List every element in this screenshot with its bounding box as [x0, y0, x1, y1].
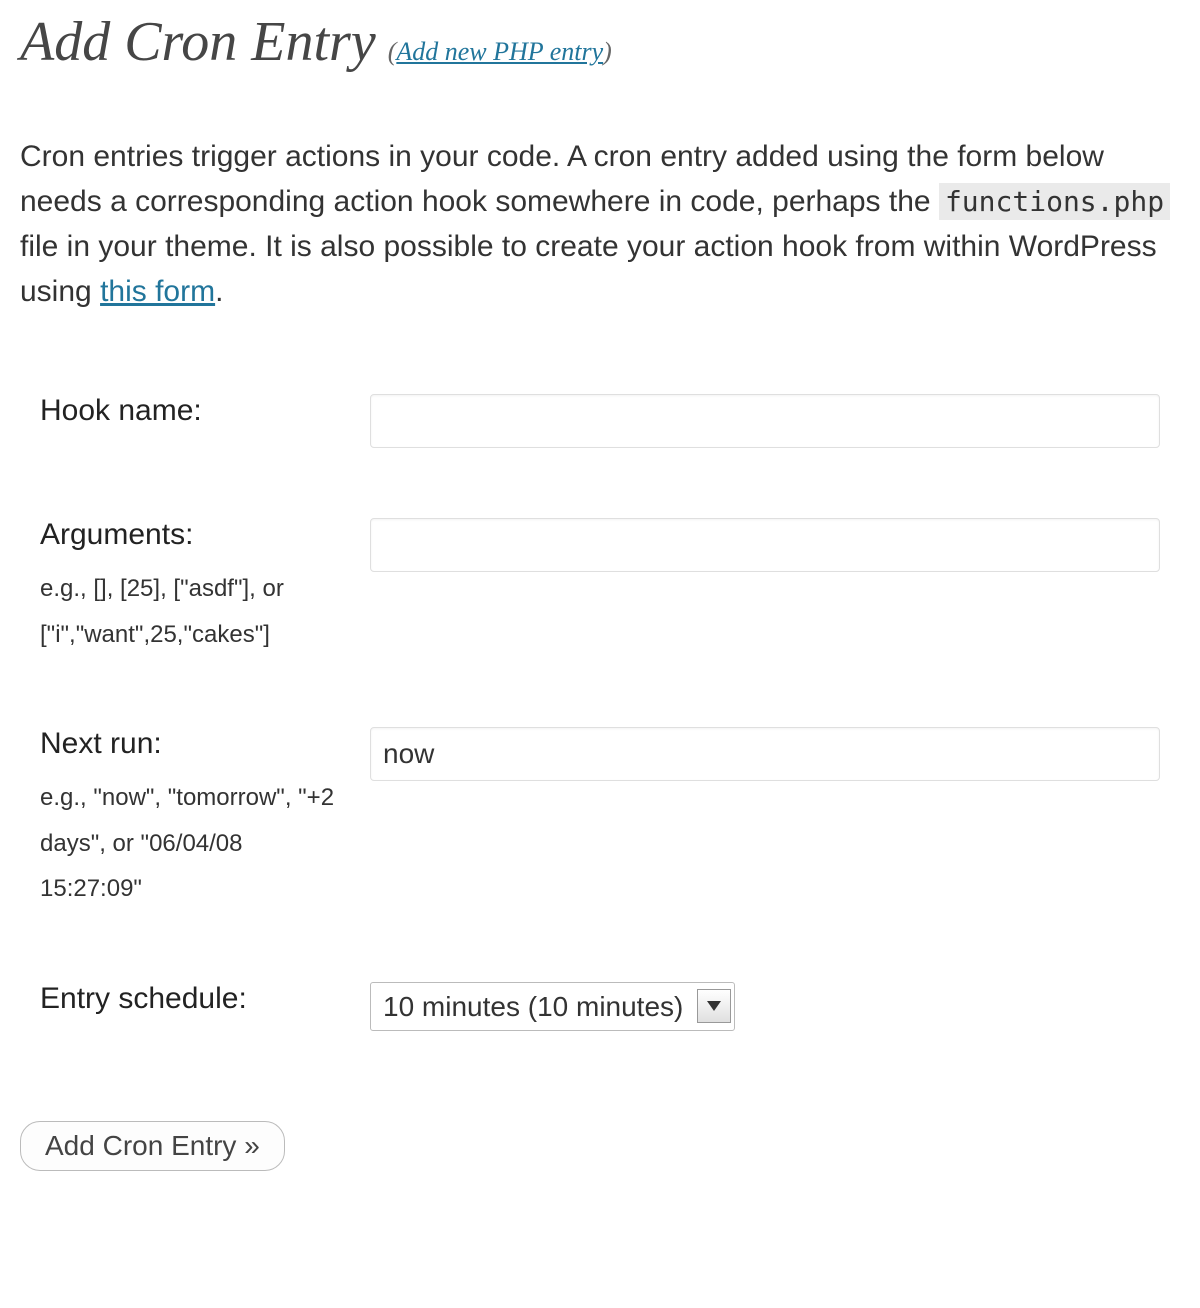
description-text-3: .: [215, 275, 223, 308]
arguments-label: Arguments:: [40, 518, 350, 552]
page-header: Add Cron Entry (Add new PHP entry): [20, 10, 1180, 74]
next-run-hint: e.g., "now", "tomorrow", "+2 days", or "…: [40, 775, 350, 912]
arguments-input[interactable]: [370, 518, 1160, 572]
this-form-link[interactable]: this form: [100, 275, 215, 308]
entry-schedule-select-wrap: 10 minutes (10 minutes): [370, 982, 735, 1031]
row-next-run: Next run: e.g., "now", "tomorrow", "+2 d…: [20, 707, 1180, 962]
next-run-label: Next run:: [40, 727, 350, 761]
arguments-hint: e.g., [], [25], ["asdf"], or ["i","want"…: [40, 566, 350, 657]
add-new-php-entry-link[interactable]: Add new PHP entry: [396, 37, 603, 66]
cron-form-table: Hook name: Arguments: e.g., [], [25], ["…: [20, 374, 1180, 1081]
page-title-sublink-wrap: (Add new PHP entry): [388, 37, 612, 66]
next-run-input[interactable]: [370, 727, 1160, 781]
add-cron-entry-button[interactable]: Add Cron Entry »: [20, 1121, 285, 1171]
hook-name-input[interactable]: [370, 394, 1160, 448]
description-paragraph: Cron entries trigger actions in your cod…: [20, 134, 1180, 314]
code-functions-php: functions.php: [939, 183, 1170, 220]
row-hook-name: Hook name:: [20, 374, 1180, 498]
entry-schedule-select[interactable]: 10 minutes (10 minutes): [370, 982, 735, 1031]
entry-schedule-label: Entry schedule:: [40, 982, 350, 1016]
page-title: Add Cron Entry: [20, 11, 376, 73]
sublink-suffix: ): [603, 37, 612, 66]
row-entry-schedule: Entry schedule: 10 minutes (10 minutes): [20, 962, 1180, 1081]
submit-row: Add Cron Entry »: [20, 1081, 1180, 1171]
hook-name-label: Hook name:: [40, 394, 350, 428]
row-arguments: Arguments: e.g., [], [25], ["asdf"], or …: [20, 498, 1180, 707]
